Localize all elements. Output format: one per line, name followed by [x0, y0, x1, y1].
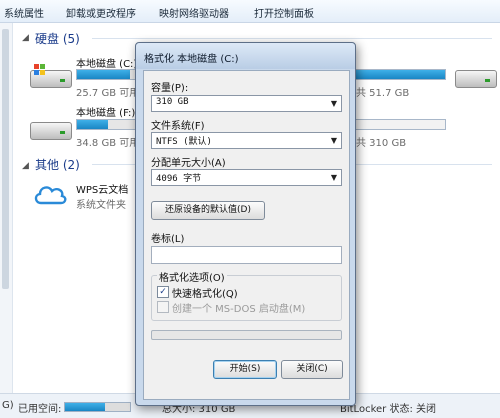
- dialog-titlebar[interactable]: 格式化 本地磁盘 (C:): [136, 43, 355, 69]
- filesystem-value: NTFS (默认): [156, 137, 212, 147]
- dialog-title: 格式化 本地磁盘 (C:): [144, 54, 239, 65]
- drive-e-total: 共 310 GB: [356, 138, 407, 149]
- allocation-unit-select[interactable]: 4096 字节 ▼: [151, 169, 342, 186]
- toolbar-system-properties[interactable]: 系统属性: [4, 5, 44, 20]
- dialog-body: 容量(P): 310 GB ▼ 文件系统(F) NTFS (默认) ▼ 分配单元…: [143, 70, 350, 400]
- format-dialog: 格式化 本地磁盘 (C:) 容量(P): 310 GB ▼ 文件系统(F) NT…: [135, 42, 356, 406]
- msdos-boot-label[interactable]: 创建一个 MS-DOS 启动盘(M): [172, 300, 305, 315]
- quick-format-checkbox[interactable]: ✓: [157, 286, 169, 298]
- allocation-unit-label: 分配单元大小(A): [151, 158, 226, 169]
- capacity-label: 容量(P):: [151, 83, 189, 94]
- status-used-label: 已用空间:: [18, 404, 62, 415]
- collapse-arrow-icon[interactable]: ◢: [22, 33, 29, 43]
- dropdown-arrow-icon: ▼: [330, 99, 337, 108]
- drive-icon: [30, 116, 72, 140]
- section-divider: [92, 38, 492, 39]
- format-options-legend: 格式化选项(O): [157, 269, 227, 284]
- drive-e-usage-bar: [354, 119, 446, 130]
- drive-d-usage-bar: [354, 69, 446, 80]
- restore-defaults-button[interactable]: 还原设备的默认值(D): [151, 201, 265, 220]
- dropdown-arrow-icon: ▼: [330, 136, 337, 145]
- drive-icon: [455, 64, 497, 88]
- drive-f-name[interactable]: 本地磁盘 (F:): [76, 104, 135, 119]
- other-section-title[interactable]: 其他 (2): [35, 156, 80, 173]
- system-drive-icon: [30, 64, 72, 88]
- cloud-icon: [34, 186, 67, 205]
- filesystem-label: 文件系统(F): [151, 121, 205, 132]
- drive-d-total: 共 51.7 GB: [356, 88, 410, 99]
- capacity-value: 310 GB: [156, 97, 189, 107]
- msdos-boot-checkbox[interactable]: [157, 301, 169, 313]
- toolbar-map-network-drive[interactable]: 映射网络驱动器: [159, 5, 229, 20]
- status-drive-fragment: G): [2, 400, 14, 411]
- hard-disks-section-title[interactable]: 硬盘 (5): [35, 30, 80, 47]
- nav-scrollbar-thumb[interactable]: [2, 29, 9, 289]
- explorer-toolbar: 系统属性 卸载或更改程序 映射网络驱动器 打开控制面板: [0, 0, 500, 23]
- filesystem-select[interactable]: NTFS (默认) ▼: [151, 132, 342, 149]
- toolbar-uninstall-program[interactable]: 卸载或更改程序: [66, 5, 136, 20]
- wps-cloud-type: 系统文件夹: [76, 200, 126, 211]
- status-used-meter: [64, 402, 131, 412]
- close-button[interactable]: 关闭(C): [281, 360, 343, 379]
- volume-label-input[interactable]: [151, 246, 342, 264]
- quick-format-label[interactable]: 快速格式化(Q): [172, 285, 238, 300]
- drive-f-usage-bar: [76, 119, 140, 130]
- wps-cloud-name[interactable]: WPS云文档: [76, 181, 128, 196]
- capacity-select[interactable]: 310 GB ▼: [151, 95, 342, 112]
- drive-c-free-space: 25.7 GB 可用: [76, 88, 140, 99]
- collapse-arrow-icon[interactable]: ◢: [22, 161, 29, 171]
- drive-c-name[interactable]: 本地磁盘 (C:): [76, 55, 137, 70]
- format-progress-bar: [151, 330, 342, 340]
- dropdown-arrow-icon: ▼: [330, 173, 337, 182]
- navigation-pane-edge: [0, 23, 13, 393]
- drive-c-usage-bar: [76, 69, 140, 80]
- drive-f-free-space: 34.8 GB 可用: [76, 138, 140, 149]
- toolbar-open-control-panel[interactable]: 打开控制面板: [254, 5, 314, 20]
- start-button[interactable]: 开始(S): [213, 360, 277, 379]
- volume-label-label: 卷标(L): [151, 234, 185, 245]
- allocation-unit-value: 4096 字节: [156, 174, 202, 184]
